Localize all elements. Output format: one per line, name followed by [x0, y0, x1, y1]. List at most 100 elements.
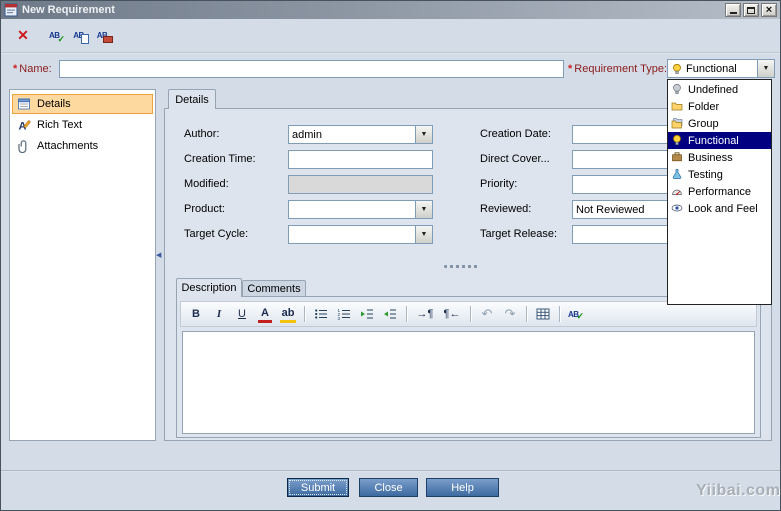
thesaurus-button[interactable]: AB [93, 25, 117, 46]
type-option-label: Look and Feel [688, 203, 758, 215]
tab-label: Comments [247, 283, 300, 295]
indent-button[interactable] [356, 304, 378, 324]
type-option-functional[interactable]: Functional [668, 132, 771, 149]
highlight-button[interactable]: ab [280, 306, 296, 323]
toolbar-separator [406, 306, 407, 322]
gauge-icon [671, 185, 684, 198]
help-button[interactable]: Help [426, 478, 499, 497]
type-option-undefined[interactable]: Undefined [668, 81, 771, 98]
author-dropdown-button[interactable]: ▼ [415, 126, 432, 143]
type-option-look-and-feel[interactable]: Look and Feel [668, 200, 771, 217]
requirement-type-dropdown-list: Undefined Folder Group Functional Busine… [667, 79, 772, 305]
type-option-label: Folder [688, 101, 719, 113]
sidebar-item-rich-text[interactable]: A Rich Text [12, 115, 153, 135]
close-icon: × [766, 5, 772, 16]
type-option-testing[interactable]: Testing [668, 166, 771, 183]
requirement-type-value: Functional [686, 63, 754, 75]
table-icon [536, 308, 550, 320]
requirement-type-combo[interactable]: Functional ▼ [667, 59, 775, 78]
green-check-icon: ✓ [577, 311, 585, 322]
type-option-label: Functional [688, 135, 739, 147]
window-title: New Requirement [22, 4, 721, 16]
undo-button[interactable]: ↶ [476, 304, 498, 324]
maximize-button[interactable] [743, 3, 759, 17]
required-marker: * [13, 63, 17, 75]
bulb-gray-icon [671, 83, 684, 96]
footer-divider [1, 470, 780, 472]
target-cycle-input[interactable] [289, 226, 415, 243]
tab-comments[interactable]: Comments [242, 280, 306, 296]
svg-text:3: 3 [338, 316, 341, 320]
chevron-down-icon: ▼ [421, 206, 428, 213]
underline-button[interactable]: U [231, 304, 253, 324]
submit-button[interactable]: Submit [287, 478, 349, 497]
window-controls: × [725, 3, 777, 17]
rtl-direction-button[interactable]: ¶← [439, 304, 465, 324]
dialog-toolbar: ✕ AB ✓ AB AB [1, 19, 780, 52]
tab-label: Description [181, 282, 236, 294]
tab-label: Details [175, 94, 209, 106]
clear-all-fields-button[interactable]: ✕ [14, 27, 32, 44]
description-editor[interactable] [182, 331, 755, 434]
spelling-options-button[interactable]: AB [69, 25, 93, 46]
flask-icon [671, 168, 684, 181]
ltr-direction-button[interactable]: →¶ [412, 304, 438, 324]
tab-description[interactable]: Description [176, 278, 242, 297]
author-label: Author: [184, 128, 219, 140]
paperclip-icon [17, 139, 31, 153]
sidebar: Details A Rich Text Attachments [9, 89, 156, 441]
collapse-panel-arrow[interactable]: ◀ [156, 251, 161, 259]
bulb-yellow-icon [671, 63, 683, 75]
numbered-list-button[interactable]: 123 [333, 304, 355, 324]
splitter-grip[interactable] [444, 265, 478, 268]
page-icon [81, 34, 89, 44]
type-option-folder[interactable]: Folder [668, 98, 771, 115]
insert-table-button[interactable] [532, 304, 554, 324]
bulb-yellow-icon [671, 134, 684, 147]
title-bar[interactable]: New Requirement × [1, 1, 780, 19]
product-dropdown-button[interactable]: ▼ [415, 201, 432, 218]
creation-time-input[interactable] [288, 150, 433, 169]
tab-details[interactable]: Details [168, 89, 216, 109]
type-option-label: Business [688, 152, 733, 164]
product-input[interactable] [289, 201, 415, 218]
watermark: Yiibai.com [696, 482, 780, 500]
red-x-icon: ✕ [17, 27, 29, 43]
toolbar-separator [559, 306, 560, 322]
editor-spell-check-button[interactable]: AB ✓ [565, 304, 587, 324]
italic-button[interactable]: I [208, 304, 230, 324]
close-button[interactable]: × [761, 3, 777, 17]
bullet-list-button[interactable] [310, 304, 332, 324]
close-dialog-button[interactable]: Close [359, 478, 418, 497]
author-input[interactable] [289, 126, 415, 143]
target-release-label: Target Release: [480, 228, 557, 240]
author-combo[interactable]: ▼ [288, 125, 433, 144]
sidebar-item-details[interactable]: Details [12, 94, 153, 114]
left-arrow-icon: ◀ [156, 252, 161, 259]
minimize-button[interactable] [725, 3, 741, 17]
redo-button[interactable]: ↷ [499, 304, 521, 324]
type-option-performance[interactable]: Performance [668, 183, 771, 200]
check-spelling-button[interactable]: AB ✓ [45, 25, 69, 46]
type-option-business[interactable]: Business [668, 149, 771, 166]
name-input[interactable] [59, 60, 564, 78]
target-cycle-dropdown-button[interactable]: ▼ [415, 226, 432, 243]
new-requirement-dialog: New Requirement × ✕ AB ✓ AB AB *Name: *R… [0, 0, 781, 511]
indent-icon [360, 308, 374, 320]
outdent-button[interactable] [379, 304, 401, 324]
target-cycle-combo[interactable]: ▼ [288, 225, 433, 244]
bullet-list-icon [314, 308, 328, 320]
bold-button[interactable]: B [185, 304, 207, 324]
product-combo[interactable]: ▼ [288, 200, 433, 219]
toolbar-separator [304, 306, 305, 322]
modified-label: Modified: [184, 178, 229, 190]
type-option-group[interactable]: Group [668, 115, 771, 132]
requirement-type-dropdown-button[interactable]: ▼ [757, 60, 774, 77]
sidebar-item-attachments[interactable]: Attachments [12, 136, 153, 156]
numbered-list-icon: 123 [337, 308, 351, 320]
outdent-icon [383, 308, 397, 320]
product-label: Product: [184, 203, 225, 215]
font-color-button[interactable]: A [258, 306, 272, 323]
priority-label: Priority: [480, 178, 517, 190]
green-check-icon: ✓ [58, 34, 66, 45]
